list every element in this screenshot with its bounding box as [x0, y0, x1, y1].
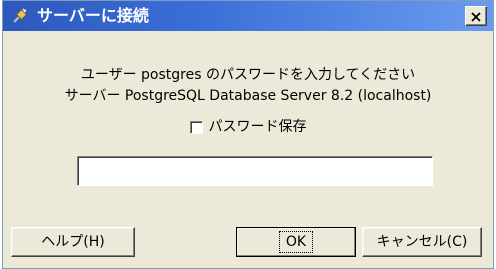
- plug-icon: [11, 7, 29, 25]
- close-button[interactable]: [465, 6, 487, 26]
- help-button[interactable]: ヘルプ(H): [11, 227, 135, 257]
- title-bar[interactable]: サーバーに接続: [3, 1, 493, 31]
- save-password-label[interactable]: パスワード保存: [209, 117, 307, 137]
- window-title: サーバーに接続: [37, 6, 149, 25]
- prompt-server-line: サーバー PostgreSQL Database Server 8.2 (loc…: [64, 88, 432, 104]
- ok-button[interactable]: OK: [236, 227, 356, 257]
- close-icon: [471, 7, 481, 26]
- save-password-checkbox[interactable]: [189, 120, 203, 134]
- save-password-row[interactable]: パスワード保存: [3, 117, 493, 137]
- prompt-user-line: ユーザー postgres のパスワードを入力してください: [80, 67, 416, 83]
- password-input[interactable]: [77, 156, 433, 186]
- cancel-button[interactable]: キャンセル(C): [362, 227, 482, 257]
- connect-dialog: サーバーに接続 ユーザー postgres のパスワードを入力してください サー…: [2, 0, 494, 269]
- ok-button-label: OK: [278, 231, 314, 253]
